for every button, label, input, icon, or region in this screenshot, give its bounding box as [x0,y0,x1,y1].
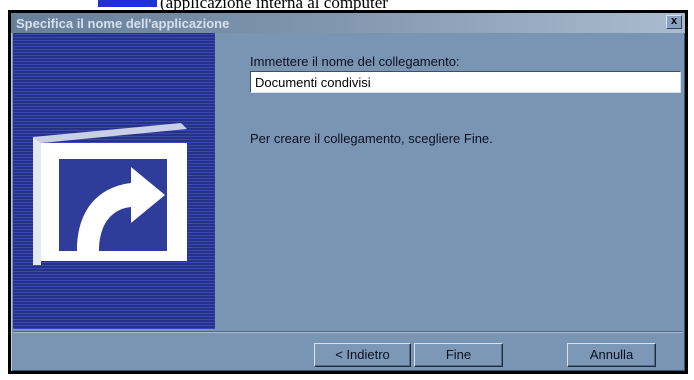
wizard-banner [13,33,215,329]
dialog-body: Specifica il nome dell'applicazione x Im… [11,13,685,371]
highlighted-link[interactable] [98,0,157,7]
close-icon: x [670,15,678,27]
close-button[interactable]: x [666,15,682,29]
shortcut-arrow-icon [33,123,187,265]
shortcut-name-label: Immettere il nome del collegamento: [250,54,460,69]
finish-button[interactable]: Fine [414,343,503,367]
dialog-title: Specifica il nome dell'applicazione [16,16,230,31]
wizard-dialog: Specifica il nome dell'applicazione x Im… [8,10,688,374]
shortcut-name-input[interactable] [250,71,681,93]
title-bar[interactable]: Specifica il nome dell'applicazione [11,13,685,33]
button-divider [13,331,683,333]
back-button[interactable]: < Indietro [314,343,411,367]
finish-hint-text: Per creare il collegamento, scegliere Fi… [250,131,493,146]
cancel-button[interactable]: Annulla [567,343,656,367]
